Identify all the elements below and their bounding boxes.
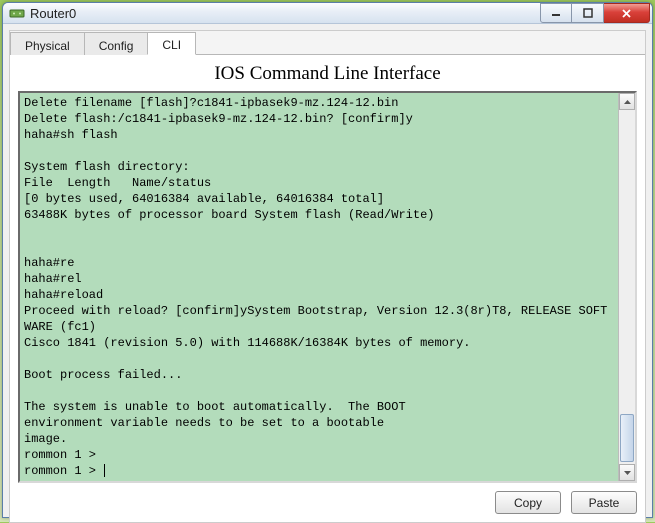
scroll-down-button[interactable]	[619, 464, 635, 481]
app-window: Router0 Physical Config CLI IOS Command …	[2, 2, 653, 518]
scroll-track[interactable]	[619, 110, 635, 464]
client-area: Physical Config CLI IOS Command Line Int…	[9, 30, 646, 523]
terminal-container: Delete filename [flash]?c1841-ipbasek9-m…	[18, 91, 637, 483]
window-controls	[540, 3, 650, 23]
window-title: Router0	[30, 6, 540, 21]
tab-physical[interactable]: Physical	[10, 32, 85, 55]
app-icon	[9, 5, 25, 21]
maximize-icon	[583, 8, 593, 18]
scroll-thumb[interactable]	[620, 414, 634, 462]
button-row: Copy Paste	[18, 491, 637, 514]
close-button[interactable]	[604, 3, 650, 23]
tab-cli[interactable]: CLI	[147, 32, 196, 55]
close-icon	[621, 8, 632, 19]
tab-bar: Physical Config CLI	[10, 31, 645, 55]
tab-config[interactable]: Config	[84, 32, 149, 55]
paste-button[interactable]: Paste	[571, 491, 637, 514]
chevron-down-icon	[624, 471, 631, 475]
text-cursor	[104, 464, 105, 477]
maximize-button[interactable]	[572, 3, 604, 23]
cli-terminal[interactable]: Delete filename [flash]?c1841-ipbasek9-m…	[20, 93, 618, 481]
minimize-button[interactable]	[540, 3, 572, 23]
cli-heading: IOS Command Line Interface	[18, 63, 637, 85]
scroll-up-button[interactable]	[619, 93, 635, 110]
titlebar[interactable]: Router0	[3, 3, 652, 24]
cli-output: Delete filename [flash]?c1841-ipbasek9-m…	[24, 96, 607, 478]
copy-button[interactable]: Copy	[495, 491, 561, 514]
tab-content: IOS Command Line Interface Delete filena…	[10, 55, 645, 522]
vertical-scrollbar[interactable]	[618, 93, 635, 481]
chevron-up-icon	[624, 100, 631, 104]
minimize-icon	[551, 8, 561, 18]
